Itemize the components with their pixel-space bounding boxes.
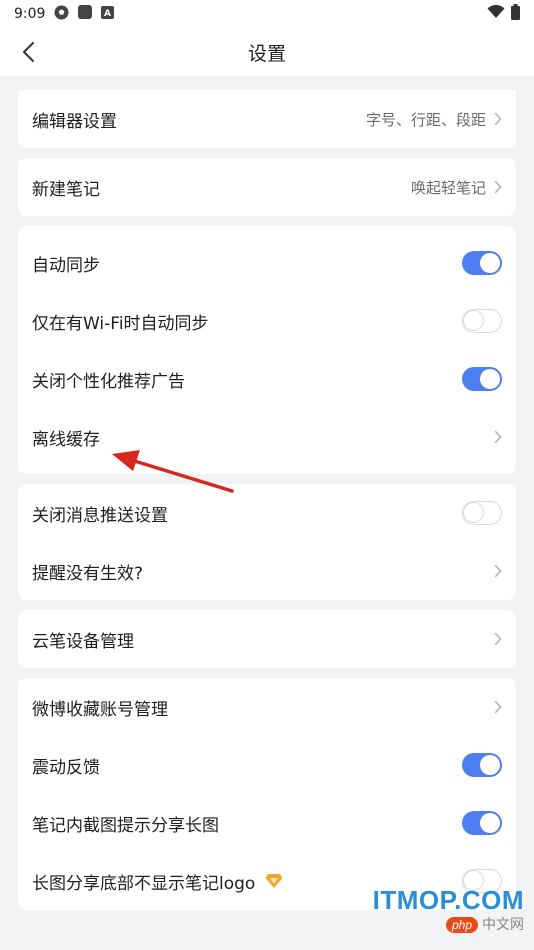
status-left: 9:09 A (14, 4, 115, 24)
misc-card: 微博收藏账号管理 震动反馈 笔记内截图提示分享长图 长图分享底部不显示笔记log… (18, 678, 516, 910)
screenshot-share-label: 笔记内截图提示分享长图 (32, 815, 219, 836)
wifi-icon (487, 4, 505, 23)
screenshot-share-toggle[interactable] (462, 811, 502, 835)
wifi-sync-row: 仅在有Wi-Fi时自动同步 (18, 292, 516, 350)
offline-cache-row[interactable]: 离线缓存 (18, 408, 516, 466)
a-letter-icon: A (101, 5, 115, 23)
status-right (487, 4, 520, 24)
watermark-main: ITMOP.COM (372, 885, 524, 915)
push-toggle[interactable] (462, 501, 502, 525)
auto-sync-row: 自动同步 (18, 234, 516, 292)
status-bar: 9:09 A (0, 0, 534, 28)
push-row: 关闭消息推送设置 (18, 484, 516, 542)
watermark-sub-text: 中文网 (482, 916, 524, 932)
battery-icon (511, 4, 520, 24)
chevron-right-icon (494, 180, 502, 194)
auto-sync-label: 自动同步 (32, 255, 100, 276)
weibo-row[interactable]: 微博收藏账号管理 (18, 678, 516, 736)
pen-card: 云笔设备管理 (18, 610, 516, 668)
offline-cache-label: 离线缓存 (32, 429, 100, 450)
new-note-row[interactable]: 新建笔记 唤起轻笔记 (18, 158, 516, 216)
chevron-right-icon (494, 430, 502, 444)
chevron-left-icon (23, 42, 34, 62)
new-note-card: 新建笔记 唤起轻笔记 (18, 158, 516, 216)
ads-label: 关闭个性化推荐广告 (32, 371, 185, 392)
reminder-label: 提醒没有生效? (32, 563, 144, 584)
chevron-right-icon (494, 112, 502, 126)
toggle-knob (464, 503, 483, 522)
auto-sync-toggle[interactable] (462, 251, 502, 275)
toggle-knob (464, 311, 483, 330)
chevron-right-icon (494, 632, 502, 646)
screenshot-share-row: 笔记内截图提示分享长图 (18, 794, 516, 852)
settings-list: 编辑器设置 字号、行距、段距 新建笔记 唤起轻笔记 自动同步 仅在有Wi-Fi时… (0, 90, 534, 910)
ads-row: 关闭个性化推荐广告 (18, 350, 516, 408)
chevron-right-icon (494, 700, 502, 714)
sync-card: 自动同步 仅在有Wi-Fi时自动同步 关闭个性化推荐广告 离线缓存 (18, 226, 516, 474)
chevron-right-icon (494, 564, 502, 578)
pen-device-label: 云笔设备管理 (32, 631, 134, 652)
pen-device-row[interactable]: 云笔设备管理 (18, 610, 516, 668)
page-title: 设置 (247, 42, 286, 65)
editor-settings-label: 编辑器设置 (32, 111, 117, 132)
vibration-label: 震动反馈 (32, 757, 100, 778)
logo-label: 长图分享底部不显示笔记logo (32, 873, 256, 894)
app-header: 设置 (0, 28, 534, 76)
back-button[interactable] (10, 34, 46, 70)
status-time: 9:09 (14, 6, 46, 22)
notifications-card: 关闭消息推送设置 提醒没有生效? (18, 484, 516, 600)
push-label: 关闭消息推送设置 (32, 505, 168, 526)
vip-diamond-icon (265, 873, 283, 889)
watermark-sub: php 中文网 (373, 914, 524, 934)
editor-settings-row[interactable]: 编辑器设置 字号、行距、段距 (18, 90, 516, 148)
reminder-row[interactable]: 提醒没有生效? (18, 542, 516, 600)
editor-settings-value: 字号、行距、段距 (365, 110, 486, 129)
new-note-value: 唤起轻笔记 (410, 178, 486, 197)
toggle-knob (480, 253, 500, 273)
square-app-icon (78, 5, 93, 23)
wifi-sync-label: 仅在有Wi-Fi时自动同步 (32, 313, 209, 334)
toggle-knob (480, 813, 500, 833)
toggle-knob (480, 755, 500, 775)
toggle-knob (480, 369, 500, 389)
svg-text:A: A (104, 9, 111, 19)
wifi-sync-toggle[interactable] (462, 309, 502, 333)
weibo-label: 微博收藏账号管理 (32, 699, 168, 720)
vibration-toggle[interactable] (462, 753, 502, 777)
new-note-label: 新建笔记 (32, 179, 100, 200)
soccer-ball-icon (54, 4, 69, 24)
watermark: ITMOP.COM php 中文网 (373, 885, 524, 934)
vibration-row: 震动反馈 (18, 736, 516, 794)
ads-toggle[interactable] (462, 367, 502, 391)
editor-card: 编辑器设置 字号、行距、段距 (18, 90, 516, 148)
watermark-php: php (445, 917, 478, 933)
